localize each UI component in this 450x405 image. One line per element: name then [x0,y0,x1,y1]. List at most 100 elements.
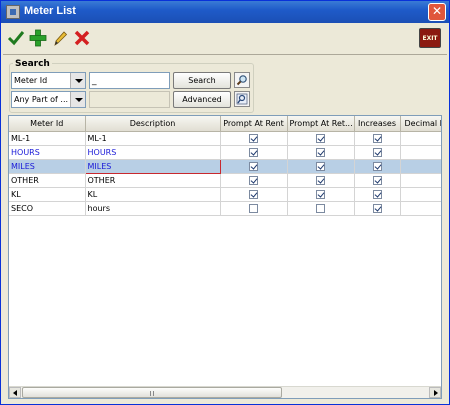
cell-decimal[interactable] [400,201,441,216]
cell-meter-id[interactable]: KL [9,187,86,202]
cell-increases [354,159,401,174]
empty-cell [85,369,220,383]
cell-prompt-return [287,159,355,174]
horizontal-scrollbar[interactable] [9,386,441,398]
checkbox[interactable] [372,203,382,213]
column-header-prompt-at-return[interactable]: Prompt At Ret... [287,116,355,132]
secondary-input [89,91,170,108]
cell-description[interactable]: HOURS [85,145,221,160]
cell-description[interactable]: hours [85,201,221,216]
checkbox[interactable] [249,133,258,143]
empty-cell [287,243,354,257]
column-header-increases[interactable]: Increases [354,116,401,132]
chevron-down-icon[interactable] [70,73,85,88]
empty-cell [287,271,354,285]
checkbox[interactable] [249,203,258,213]
match-type-select[interactable]: Any Part of ... [11,91,86,108]
empty-cell [400,215,441,229]
column-header-meter-id[interactable]: Meter Id [9,116,86,132]
checkbox[interactable] [372,161,382,171]
empty-cell [287,257,354,271]
table-row[interactable]: SECO hours [9,201,441,216]
cell-meter-id[interactable]: SECO [9,201,86,216]
empty-row [9,355,441,369]
checkbox[interactable] [316,175,325,185]
search-button[interactable]: Search [173,72,231,89]
cell-decimal[interactable] [400,145,441,160]
empty-cell [220,299,287,313]
advanced-button[interactable]: Advanced [173,91,231,108]
checkbox[interactable] [316,203,325,213]
scrollbar-thumb[interactable] [22,387,282,398]
chevron-down-icon[interactable] [70,92,85,107]
cell-prompt-rent [220,131,288,146]
cell-description[interactable]: OTHER [85,173,221,188]
advanced-search-button[interactable] [234,91,250,107]
empty-cell [287,355,354,369]
checkbox[interactable] [372,189,382,199]
checkbox[interactable] [316,133,325,143]
checkbox[interactable] [372,133,382,143]
empty-cell [287,215,354,229]
title-bar[interactable]: Meter List ✕ [1,1,449,23]
delete-x-icon [74,30,90,46]
cell-decimal[interactable] [400,187,441,202]
empty-cell [9,215,85,229]
checkbox[interactable] [316,189,325,199]
checkbox[interactable] [316,161,325,171]
toolbar-divider [3,54,447,55]
empty-cell [220,229,287,243]
cell-decimal[interactable] [400,131,441,146]
cell-description[interactable]: KL [85,187,221,202]
empty-cell [220,257,287,271]
checkbox[interactable] [249,175,258,185]
table-row[interactable]: ML-1 ML-1 [9,131,441,146]
cell-decimal[interactable] [400,159,441,174]
empty-row [9,369,441,383]
search-field-select[interactable]: Meter Id [11,72,86,89]
cell-description[interactable]: ML-1 [85,131,221,146]
checkbox[interactable] [372,175,382,185]
empty-cell [400,299,441,313]
cell-decimal[interactable] [400,173,441,188]
cell-meter-id[interactable]: ML-1 [9,131,86,146]
column-header-description[interactable]: Description [85,116,221,132]
empty-cell [85,243,220,257]
empty-cell [9,369,85,383]
empty-cell [354,215,400,229]
cell-meter-id[interactable]: MILES [9,159,86,174]
close-button[interactable]: ✕ [428,3,446,21]
empty-cell [9,341,85,355]
checkbox[interactable] [249,147,258,157]
column-header-decimal[interactable]: Decimal P [400,116,441,132]
empty-cell [354,341,400,355]
cell-description[interactable]: MILES [84,158,221,174]
checkbox[interactable] [316,147,325,157]
cell-meter-id[interactable]: HOURS [9,145,86,160]
table-row[interactable]: KL KL [9,187,441,202]
table-row[interactable]: OTHER OTHER [9,173,441,188]
confirm-button[interactable] [6,28,26,48]
column-header-prompt-at-rent[interactable]: Prompt At Rent [220,116,288,132]
checkbox[interactable] [249,161,258,171]
table-row[interactable]: MILES MILES [9,158,441,174]
exit-button[interactable]: EXIT [419,28,441,48]
empty-cell [354,355,400,369]
add-button[interactable] [28,28,48,48]
table-row[interactable]: HOURS HOURS [9,145,441,160]
table-header-row: Meter Id Description Prompt At Rent Prom… [9,116,441,132]
scroll-left-icon[interactable] [9,387,21,398]
empty-cell [9,313,85,327]
empty-cell [400,285,441,299]
edit-button[interactable] [50,28,70,48]
empty-cell [9,299,85,313]
search-input[interactable]: _ [89,72,170,89]
empty-cell [354,257,400,271]
checkbox[interactable] [249,189,258,199]
find-button[interactable] [234,72,250,88]
checkbox[interactable] [372,147,382,157]
cell-meter-id[interactable]: OTHER [9,173,86,188]
delete-button[interactable] [72,28,92,48]
empty-cell [9,243,85,257]
scroll-right-icon[interactable] [429,387,441,398]
